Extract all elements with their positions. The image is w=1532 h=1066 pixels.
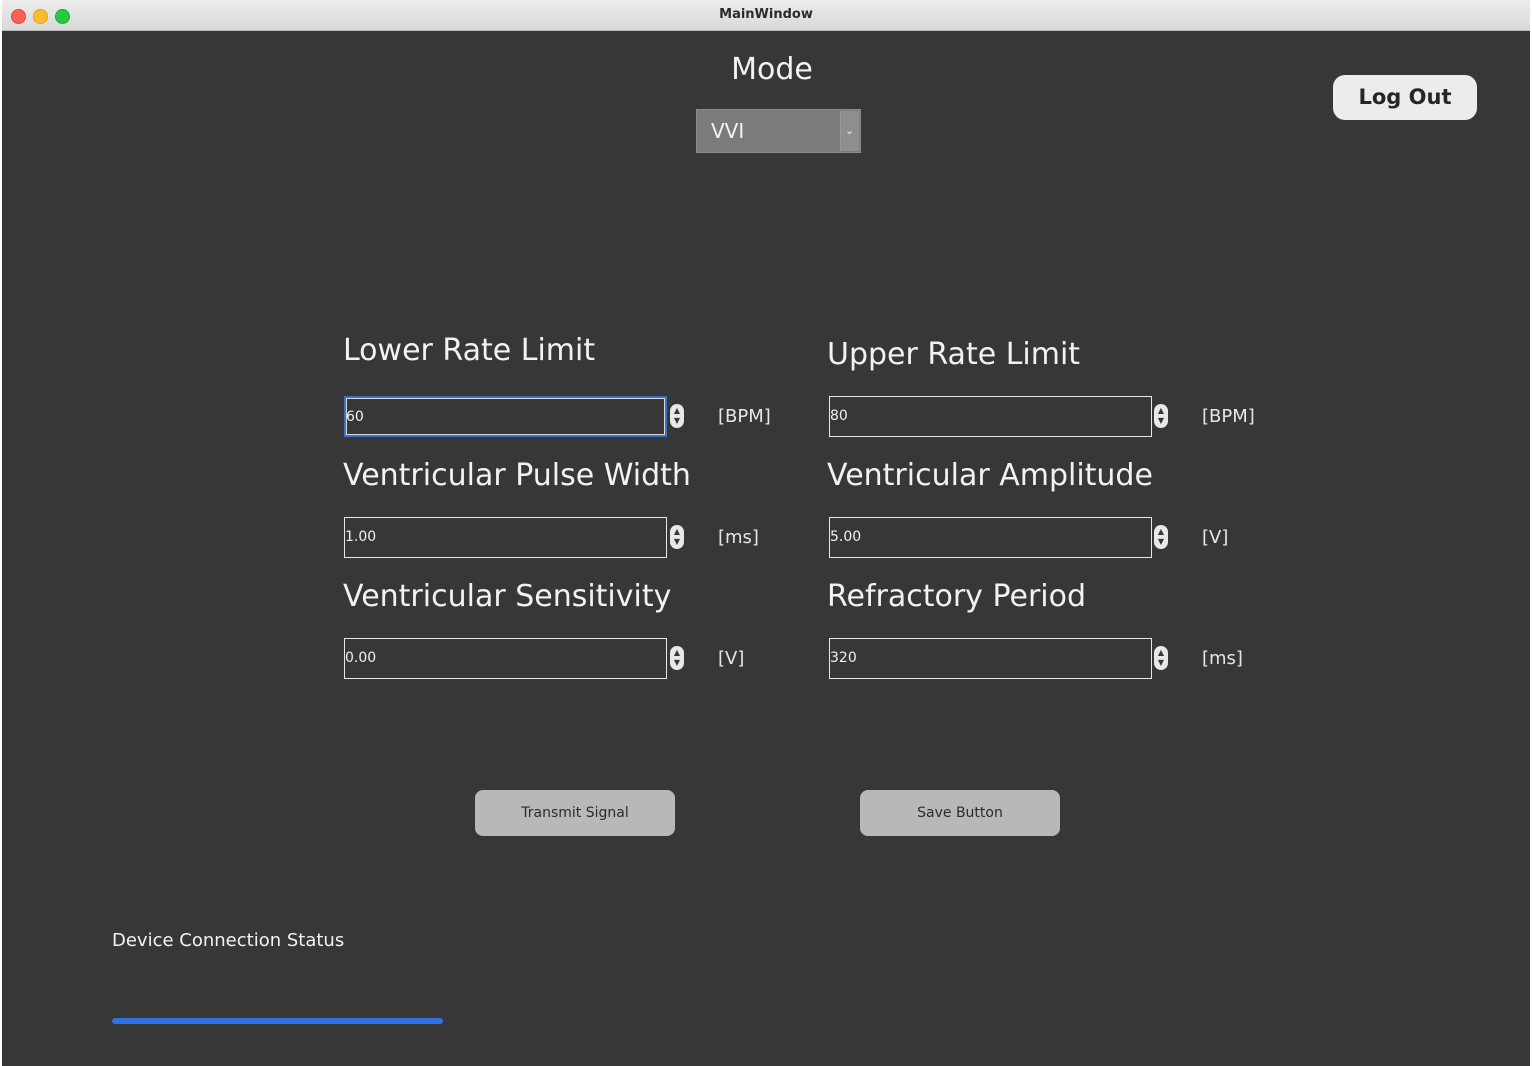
ventricular-amplitude-stepper[interactable]: ▲ ▼ [1154,525,1168,549]
arrow-up-icon[interactable]: ▲ [672,648,682,658]
ventricular-sensitivity-input[interactable]: 0.00 [344,638,667,679]
upper-rate-limit-stepper[interactable]: ▲ ▼ [1154,404,1168,428]
ventricular-sensitivity-value: 0.00 [345,650,377,666]
mode-select[interactable]: VVI ⌄ [696,109,861,153]
upper-rate-limit-label: Upper Rate Limit [827,337,1081,372]
lower-rate-limit-unit: [BPM] [718,406,771,427]
device-connection-status-label: Device Connection Status [112,930,345,951]
ventricular-amplitude-input[interactable]: 5.00 [829,517,1152,558]
upper-rate-limit-unit: [BPM] [1202,406,1255,427]
ventricular-amplitude-value: 5.00 [830,529,862,545]
ventricular-pulse-width-stepper[interactable]: ▲ ▼ [670,525,684,549]
arrow-up-icon[interactable]: ▲ [672,527,682,537]
device-connection-progress-fill [112,1018,443,1024]
lower-rate-limit-input[interactable]: 60 [344,396,667,437]
ventricular-pulse-width-value: 1.00 [345,529,377,545]
ventricular-pulse-width-unit: [ms] [718,527,759,548]
ventricular-sensitivity-unit: [V] [718,648,745,669]
ventricular-pulse-width-label: Ventricular Pulse Width [343,458,691,493]
mode-dropdown-toggle[interactable]: ⌄ [840,111,859,151]
chevron-down-icon: ⌄ [845,124,855,137]
refractory-period-value: 320 [830,650,857,666]
refractory-period-stepper[interactable]: ▲ ▼ [1154,646,1168,670]
refractory-period-unit: [ms] [1202,648,1243,669]
refractory-period-input[interactable]: 320 [829,638,1152,679]
ventricular-sensitivity-label: Ventricular Sensitivity [343,579,672,614]
mode-label: Mode [731,52,813,87]
arrow-down-icon[interactable]: ▼ [672,537,682,547]
title-bar: MainWindow [2,0,1530,31]
log-out-button[interactable]: Log Out [1333,75,1477,120]
device-connection-progress-bar [112,1018,443,1024]
ventricular-pulse-width-input[interactable]: 1.00 [344,517,667,558]
mode-selected-value: VVI [711,119,745,143]
save-button[interactable]: Save Button [860,790,1060,836]
window-title: MainWindow [719,7,813,22]
ventricular-sensitivity-stepper[interactable]: ▲ ▼ [670,646,684,670]
refractory-period-label: Refractory Period [827,579,1087,614]
lower-rate-limit-label: Lower Rate Limit [343,333,596,368]
lower-rate-limit-value: 60 [346,409,364,425]
main-window: MainWindow Mode VVI ⌄ Log Out Lower Rate… [2,0,1530,1066]
arrow-down-icon[interactable]: ▼ [1156,416,1166,426]
upper-rate-limit-input[interactable]: 80 [829,396,1152,437]
arrow-up-icon[interactable]: ▲ [1156,406,1166,416]
ventricular-amplitude-unit: [V] [1202,527,1229,548]
arrow-down-icon[interactable]: ▼ [672,416,682,426]
ventricular-amplitude-label: Ventricular Amplitude [827,458,1153,493]
arrow-down-icon[interactable]: ▼ [672,658,682,668]
arrow-down-icon[interactable]: ▼ [1156,537,1166,547]
arrow-up-icon[interactable]: ▲ [1156,648,1166,658]
arrow-up-icon[interactable]: ▲ [1156,527,1166,537]
arrow-up-icon[interactable]: ▲ [672,406,682,416]
lower-rate-limit-stepper[interactable]: ▲ ▼ [670,404,684,428]
arrow-down-icon[interactable]: ▼ [1156,658,1166,668]
transmit-signal-button[interactable]: Transmit Signal [475,790,675,836]
upper-rate-limit-value: 80 [830,408,848,424]
